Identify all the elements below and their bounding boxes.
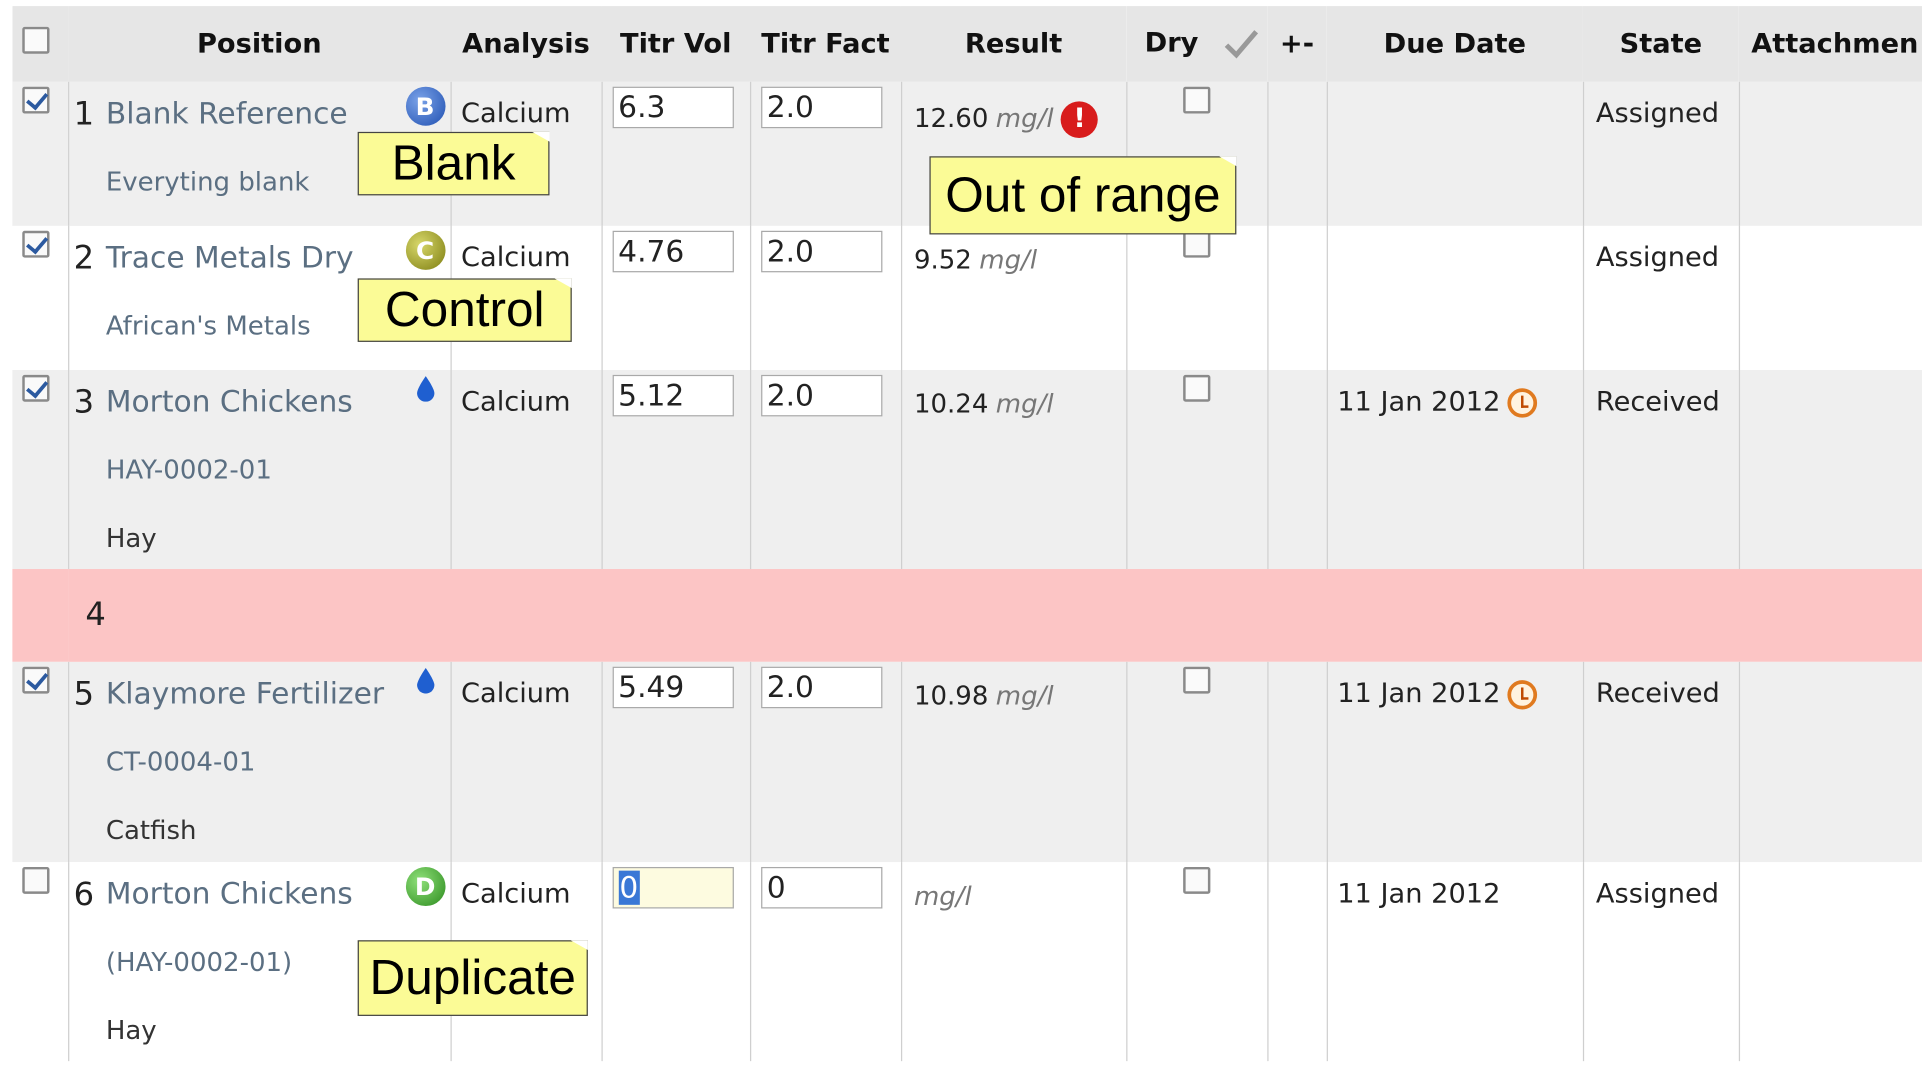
exclamation-icon: ! xyxy=(1061,101,1099,138)
result-value: 10.98 xyxy=(913,681,989,711)
due-date: 11 Jan 2012 xyxy=(1326,862,1583,1062)
position-number: 2 xyxy=(73,240,95,278)
drop-icon xyxy=(416,376,434,402)
sample-subtitle: African's Metals xyxy=(105,311,311,341)
result-unit: mg/l xyxy=(979,245,1038,275)
col-due-date[interactable]: Due Date xyxy=(1326,6,1583,82)
dry-checkbox[interactable] xyxy=(1183,666,1211,694)
state-value: Assigned xyxy=(1582,81,1739,226)
titr-vol-input[interactable]: 0 xyxy=(611,866,734,909)
due-date: 11 Jan 2012 xyxy=(1337,678,1501,710)
result-value: 12.60 xyxy=(913,103,989,134)
sample-type: Hay xyxy=(105,523,157,554)
alarm-clock-icon xyxy=(1507,388,1538,418)
row-select-checkbox[interactable] xyxy=(22,666,50,694)
row-select-checkbox[interactable] xyxy=(22,86,50,114)
empty-position-row: 4 xyxy=(12,569,1922,662)
checkmark-icon xyxy=(1224,30,1259,59)
titr-vol-input[interactable]: 5.12 xyxy=(611,374,734,417)
col-titr-fact[interactable]: Titr Fact xyxy=(749,6,901,82)
state-value: Received xyxy=(1582,661,1739,863)
sample-id: HAY-0002-01 xyxy=(105,455,272,485)
dry-checkbox[interactable] xyxy=(1183,374,1211,402)
due-date xyxy=(1326,81,1583,226)
out-of-range-callout: Out of range xyxy=(929,156,1237,235)
due-date: 11 Jan 2012 xyxy=(1337,387,1501,418)
dry-checkbox[interactable] xyxy=(1183,86,1211,114)
sample-type: Catfish xyxy=(105,815,197,846)
header-row: Position Analysis Titr Vol Titr Fact Res… xyxy=(12,6,1922,82)
result-unit: mg/l xyxy=(995,681,1054,711)
sample-link[interactable]: Morton Chickens xyxy=(106,385,353,419)
analysis-name: Calcium xyxy=(449,661,602,863)
titr-fact-input[interactable]: 0 xyxy=(760,866,882,909)
select-all-checkbox[interactable] xyxy=(22,26,50,54)
due-date xyxy=(1326,225,1583,370)
col-attachments[interactable]: Attachmen xyxy=(1738,6,1922,82)
result-value: 10.24 xyxy=(913,389,989,419)
sample-type: Hay xyxy=(105,1015,157,1046)
position-number: 3 xyxy=(73,384,95,422)
blank-icon: B xyxy=(405,86,445,126)
col-dry[interactable]: Dry xyxy=(1126,6,1268,82)
col-position[interactable]: Position xyxy=(68,6,451,82)
sample-subtitle: Everyting blank xyxy=(105,167,310,197)
titr-vol-input[interactable]: 6.3 xyxy=(611,86,734,129)
col-dry-label: Dry xyxy=(1144,28,1199,59)
titr-fact-input[interactable]: 2.0 xyxy=(760,230,882,273)
sample-link[interactable]: Trace Metals Dry xyxy=(106,241,354,275)
table-row: 6 Morton Chickens D (HAY-0002-01) Hay Ca… xyxy=(12,862,1922,1062)
state-value: Assigned xyxy=(1582,862,1739,1062)
dry-checkbox[interactable] xyxy=(1183,230,1211,258)
control-icon: C xyxy=(405,230,445,270)
sample-link[interactable]: Morton Chickens xyxy=(106,877,353,911)
titr-vol-input[interactable]: 4.76 xyxy=(611,230,734,273)
col-analysis[interactable]: Analysis xyxy=(450,6,602,82)
row-select-checkbox[interactable] xyxy=(22,866,50,894)
col-state[interactable]: State xyxy=(1582,6,1739,82)
titr-vol-input[interactable]: 5.49 xyxy=(611,666,734,709)
dry-checkbox[interactable] xyxy=(1183,866,1211,894)
sample-link[interactable]: Klaymore Fertilizer xyxy=(106,676,384,710)
alarm-clock-icon xyxy=(1507,680,1538,710)
state-value: Assigned xyxy=(1582,225,1739,370)
col-result[interactable]: Result xyxy=(900,6,1127,82)
table-row: 2 Trace Metals Dry C African's Metals Ca… xyxy=(12,225,1922,370)
sample-id: CT-0004-01 xyxy=(105,747,256,777)
col-plusminus[interactable]: +- xyxy=(1267,6,1327,82)
result-unit: mg/l xyxy=(995,103,1054,134)
result-value: 9.52 xyxy=(913,245,972,275)
row-select-checkbox[interactable] xyxy=(22,230,50,258)
titr-fact-input[interactable]: 2.0 xyxy=(760,86,882,129)
duplicate-icon: D xyxy=(405,866,445,907)
drop-icon xyxy=(416,667,434,694)
state-value: Received xyxy=(1582,369,1739,570)
position-number: 1 xyxy=(73,96,95,134)
analysis-name: Calcium xyxy=(449,369,602,570)
col-titr-vol[interactable]: Titr Vol xyxy=(601,6,750,82)
result-unit: mg/l xyxy=(913,881,972,911)
row-select-checkbox[interactable] xyxy=(22,374,50,402)
table-row: 5 Klaymore Fertilizer CT-0004-01 Catfish… xyxy=(12,661,1922,863)
position-number: 6 xyxy=(73,876,95,914)
titr-fact-input[interactable]: 2.0 xyxy=(760,374,882,417)
sample-link[interactable]: Blank Reference xyxy=(106,96,348,130)
titr-fact-input[interactable]: 2.0 xyxy=(760,666,882,709)
titr-vol-selected-text: 0 xyxy=(618,870,640,905)
result-unit: mg/l xyxy=(995,389,1054,419)
blank-callout: Blank xyxy=(357,131,550,196)
position-number: 5 xyxy=(73,676,95,714)
duplicate-callout: Duplicate xyxy=(357,940,588,1016)
position-number: 4 xyxy=(85,597,106,634)
table-row: 3 Morton Chickens HAY-0002-01 Hay Calciu… xyxy=(12,369,1922,570)
control-callout: Control xyxy=(357,278,572,342)
sample-id: (HAY-0002-01) xyxy=(105,947,293,977)
